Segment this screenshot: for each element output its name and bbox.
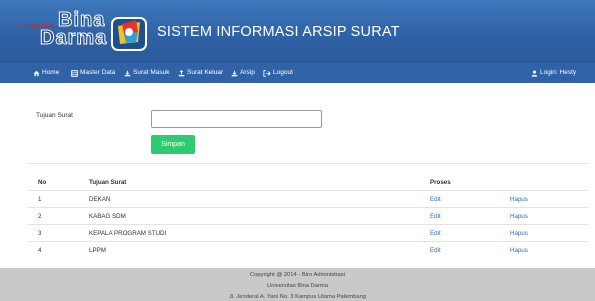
logout-icon (263, 69, 271, 77)
header-divider (28, 190, 588, 191)
row-2-no: 2 (38, 213, 42, 220)
home-icon (33, 70, 40, 76)
save-button[interactable]: Simpan (151, 135, 195, 154)
nav-logout-label: Logout (273, 69, 293, 76)
row-3-hapus-link[interactable]: Hapus (510, 230, 528, 237)
row-1-hapus-link[interactable]: Hapus (510, 196, 528, 203)
row-4-tujuan: LPPM (89, 247, 106, 254)
logo-emblem-icon (111, 17, 147, 51)
university-logo[interactable]: Universitas Bina Darma (14, 6, 150, 56)
row-2-tujuan: KABAG SDM (89, 213, 126, 220)
row-divider (28, 207, 588, 208)
outbox-icon (178, 69, 185, 76)
page-footer: Copyright @ 2014 - Biro Administrasi Uni… (0, 268, 595, 301)
row-4-hapus-link[interactable]: Hapus (510, 247, 528, 254)
tujuan-surat-input[interactable] (151, 110, 322, 128)
row-divider (28, 241, 588, 242)
row-1-edit-link[interactable]: Edit (430, 196, 441, 203)
nav-arsip[interactable]: Arsip (231, 63, 255, 83)
nav-user-label: Login: Hesty (540, 69, 577, 76)
grid-icon (71, 69, 78, 77)
nav-home-label: Home (42, 69, 60, 76)
nav-surat-keluar-label: Surat Keluar (187, 69, 224, 76)
archive-icon (231, 70, 238, 76)
row-3-tujuan: KEPALA PROGRAM STUDI (89, 230, 167, 237)
nav-surat-masuk-label: Surat Masuk (133, 69, 170, 76)
row-2-hapus-link[interactable]: Hapus (510, 213, 528, 220)
row-3-no: 3 (38, 230, 42, 237)
row-2-edit-link[interactable]: Edit (430, 213, 441, 220)
nav-home[interactable]: Home (33, 63, 59, 83)
row-1-tujuan: DEKAN (89, 196, 111, 203)
form-divider (28, 163, 588, 164)
footer-address: Jl. Jenderal A. Yani No. 3 Kampus Utama … (228, 294, 367, 300)
nav-surat-keluar[interactable]: Surat Keluar (178, 63, 223, 83)
footer-university: Universitas Bina Darma (267, 283, 328, 289)
nav-user-login[interactable]: Login: Hesty (531, 63, 576, 83)
column-header-tujuan: Tujuan Surat (89, 179, 127, 186)
nav-master-data[interactable]: Master Data (71, 63, 115, 83)
nav-master-data-label: Master Data (80, 69, 116, 76)
row-3-edit-link[interactable]: Edit (430, 230, 441, 237)
app-header: Universitas Bina Darma SISTEM INFORMASI … (0, 0, 595, 62)
tujuan-surat-label: Tujuan Surat (36, 112, 73, 119)
user-icon (531, 70, 538, 77)
nav-surat-masuk[interactable]: Surat Masuk (124, 63, 170, 83)
row-divider (28, 224, 588, 225)
column-header-proses: Proses (430, 179, 451, 186)
row-1-no: 1 (38, 196, 42, 203)
nav-arsip-label: Arsip (240, 69, 255, 76)
row-4-no: 4 (38, 247, 42, 254)
nav-logout[interactable]: Logout (263, 63, 293, 83)
app-title: SISTEM INFORMASI ARSIP SURAT (157, 24, 400, 40)
row-4-edit-link[interactable]: Edit (430, 247, 441, 254)
main-navbar: Home Master Data Surat Masuk Surat Kelua… (0, 62, 595, 83)
inbox-icon (124, 70, 131, 76)
column-header-no: No (38, 179, 47, 186)
footer-copyright: Copyright @ 2014 - Biro Administrasi (249, 272, 346, 278)
logo-line-2: Darma (39, 27, 108, 49)
